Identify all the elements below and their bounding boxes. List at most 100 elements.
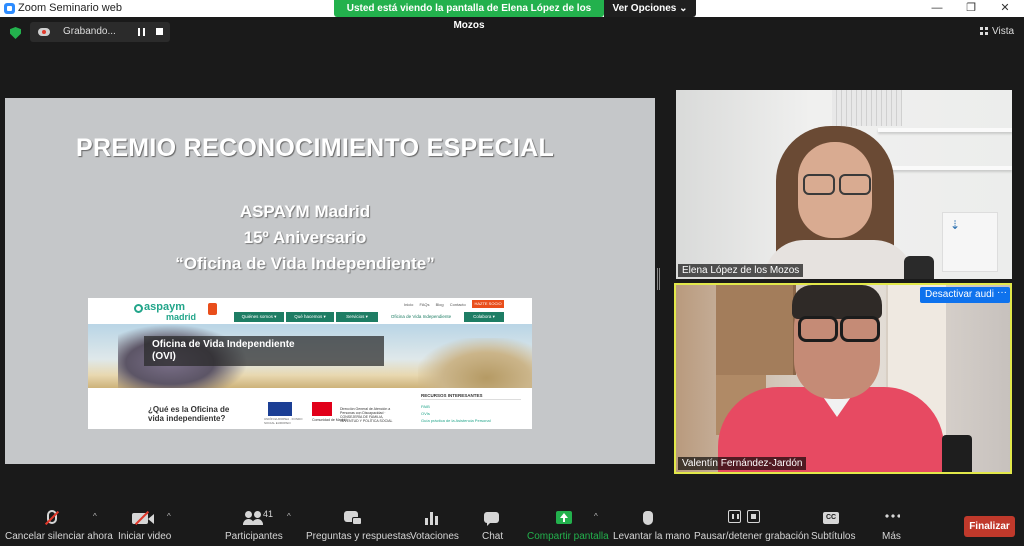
unmute-participant-button[interactable]: Desactivar audio	[920, 287, 1005, 303]
end-meeting-button[interactable]: Finalizar	[964, 516, 1015, 537]
website-nav-item: Colabora ▾	[464, 312, 504, 322]
more-options-button[interactable]: ···	[994, 287, 1010, 303]
participant-glasses	[801, 174, 871, 195]
raise-hand-button[interactable]: Levantar la mano	[613, 504, 690, 546]
slide-line-1: ASPAYM Madrid	[239, 202, 371, 221]
resource-link: Guía práctica de la Asistencia Personal	[421, 418, 491, 423]
zoom-app-icon	[4, 3, 15, 14]
zoom-window: Zoom Seminario web — ❐ ✕ Usted está vien…	[0, 0, 1024, 546]
captions-button[interactable]: CC Subtítulos	[811, 504, 855, 546]
participants-button[interactable]: 41 Participantes	[225, 504, 285, 546]
start-video-button[interactable]: Iniciar video	[118, 504, 178, 546]
hero-caption-line2: (OVI)	[152, 351, 176, 362]
participant-name-tag: Valentín Fernández-Jardón	[678, 457, 807, 470]
website-nav: Quiénes somos ▾ Qué hacemos ▾ Servicios …	[88, 312, 532, 322]
website-top-links: Inicio FAQs Blog Contacto	[404, 302, 471, 307]
resource-link: PAIB	[421, 404, 430, 409]
resources-title: RECURSOS INTERESANTES	[421, 393, 483, 398]
polls-label: Votaciones	[410, 531, 459, 542]
video-tile-elena[interactable]: ⇣ Elena López de los Mozos	[676, 90, 1012, 279]
recording-indicator: Grabando...	[30, 22, 170, 42]
participants-count: 41	[263, 509, 274, 519]
cm-description: Dirección General de Atención a Personas…	[340, 407, 393, 423]
screen-share-banner: Usted está viendo la pantalla de Elena L…	[334, 0, 604, 31]
eu-flag-logo	[268, 402, 292, 416]
start-video-label: Iniciar video	[118, 531, 172, 542]
participants-label: Participantes	[225, 531, 283, 542]
ovi-question: ¿Qué es la Oficina de vida independiente…	[148, 405, 229, 423]
website-cta: HAZTE SOCIO	[472, 300, 504, 308]
share-arrow-stem	[563, 518, 565, 522]
panel-resize-handle[interactable]	[656, 268, 661, 290]
security-shield-icon[interactable]	[10, 27, 21, 39]
minimize-button[interactable]: —	[920, 0, 954, 17]
qa-icon-secondary	[352, 517, 362, 525]
ovi-question-line1: ¿Qué es la Oficina de	[148, 405, 230, 414]
more-dots-icon	[884, 514, 900, 518]
cloud-recording-icon	[38, 28, 50, 36]
website-nav-item: Servicios ▾	[336, 312, 378, 322]
stop-icon	[747, 510, 760, 523]
slide-line-2: 15º Aniversario	[243, 228, 367, 247]
pause-icon	[728, 510, 741, 523]
website-nav-item: Oficina de Vida Independiente	[380, 312, 462, 322]
hero-caption-line1: Oficina de Vida Independiente	[152, 339, 295, 350]
hero-grass-image	[418, 338, 532, 388]
resource-link: OVIs	[421, 411, 430, 416]
view-options-button[interactable]: Ver Opciones ⌄	[604, 0, 696, 17]
hero-caption: Oficina de Vida Independiente (OVI)	[144, 336, 384, 366]
captions-label: Subtítulos	[811, 531, 856, 542]
pause-recording-icon[interactable]	[138, 28, 145, 36]
participant-glasses	[796, 316, 880, 342]
mute-button[interactable]: Cancelar silenciar ahora	[5, 504, 113, 546]
window-blinds	[832, 90, 902, 126]
mute-label: Cancelar silenciar ahora	[5, 531, 113, 542]
chat-icon-tail	[487, 522, 491, 526]
window-title: Zoom Seminario web	[18, 2, 122, 14]
share-options-caret[interactable]: ^	[594, 512, 598, 521]
ovi-question-line2: vida independiente?	[148, 414, 226, 423]
stop-recording-icon[interactable]	[156, 28, 163, 35]
view-layout-button[interactable]: Vista	[980, 26, 1014, 40]
shared-screen: PREMIO RECONOCIMIENTO ESPECIAL ASPAYM Ma…	[5, 98, 655, 464]
chat-button[interactable]: Chat	[482, 504, 512, 546]
polls-button[interactable]: Votaciones	[410, 504, 460, 546]
grid-icon	[980, 27, 988, 35]
slide-title: PREMIO RECONOCIMIENTO ESPECIAL	[75, 134, 555, 162]
participants-options-caret[interactable]: ^	[287, 512, 291, 521]
recording-controls-label: Pausar/detener grabación	[694, 531, 810, 542]
share-screen-button[interactable]: Compartir pantalla	[527, 504, 609, 546]
recording-controls-button[interactable]: Pausar/detener grabación	[694, 504, 809, 546]
mute-options-caret[interactable]: ^	[93, 512, 97, 521]
qa-button[interactable]: Preguntas y respuestas	[306, 504, 411, 546]
resources-divider	[421, 399, 521, 400]
more-button[interactable]: Más	[882, 504, 904, 546]
video-tile-valentin[interactable]: Desactivar audio ··· Valentín Fernández-…	[674, 283, 1012, 474]
top-link: FAQs	[419, 302, 430, 307]
camera-lens-icon	[148, 514, 154, 524]
recording-label: Grabando...	[63, 26, 116, 37]
poster-arrow: ⇣	[950, 218, 961, 232]
top-link: Contacto	[449, 302, 466, 307]
video-options-caret[interactable]: ^	[167, 512, 171, 521]
qa-label: Preguntas y respuestas	[306, 531, 412, 542]
website-screenshot: aspaym madrid Inicio FAQs Blog Contacto …	[88, 298, 532, 429]
close-button[interactable]: ✕	[988, 0, 1022, 17]
chat-label: Chat	[482, 531, 504, 542]
top-link: Blog	[435, 302, 444, 307]
participant-hair	[792, 285, 882, 319]
microphone	[942, 435, 972, 472]
raise-hand-label: Levantar la mano	[613, 531, 691, 542]
polls-icon	[425, 512, 439, 525]
meeting-toolbar: Cancelar silenciar ahora ^ Iniciar video…	[0, 504, 1024, 546]
more-label: Más	[882, 531, 901, 542]
view-layout-label: Vista	[992, 26, 1015, 37]
slide-line-3: “Oficina de Vida Independiente”	[175, 254, 435, 273]
share-screen-label: Compartir pantalla	[527, 531, 609, 542]
raise-hand-icon	[643, 511, 653, 525]
cabinet	[716, 285, 796, 375]
top-link: Inicio	[404, 302, 414, 307]
shelf	[878, 128, 1012, 132]
maximize-button[interactable]: ❐	[954, 0, 988, 17]
closed-captions-icon: CC	[823, 512, 839, 524]
